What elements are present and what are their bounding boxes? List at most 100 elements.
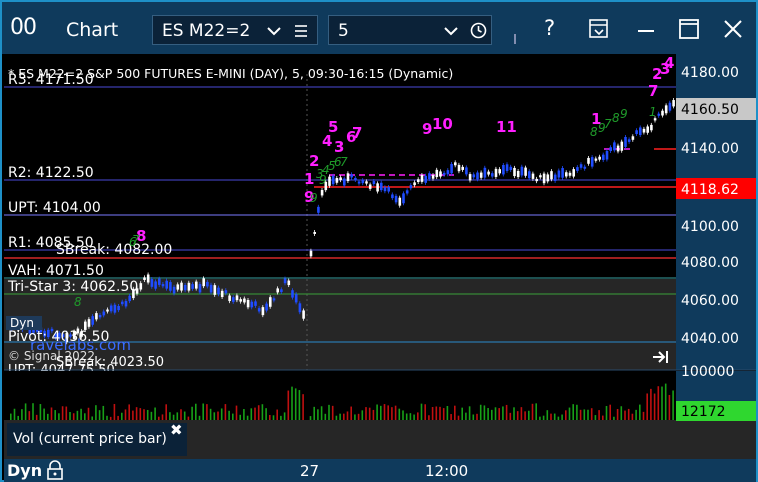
volume-bar: [161, 414, 164, 420]
price-chart[interactable]: * ES M22=2 S&P 500 FUTURES E-MINI (DAY),…: [4, 54, 756, 459]
candle: [239, 299, 242, 302]
candle: [579, 164, 583, 168]
pin-icon[interactable]: [511, 34, 519, 44]
volume-bar: [220, 408, 223, 420]
candle: [280, 289, 283, 293]
volume-bar: [476, 413, 478, 420]
candle: [572, 169, 575, 177]
candle: [531, 173, 535, 179]
candle: [257, 308, 261, 312]
volume-bar: [139, 408, 142, 420]
volume-bar: [365, 407, 367, 420]
candle: [657, 113, 661, 116]
level-label-tristar: Tri-Star 3: 4062.50: [7, 279, 138, 295]
candle: [561, 168, 564, 178]
time-axis[interactable]: Dyn 27 12:00: [4, 459, 756, 482]
volume-bar: [206, 404, 208, 420]
candle: [394, 195, 398, 203]
candle: [642, 128, 646, 133]
volume-bar: [465, 412, 467, 420]
volume-bar: [109, 416, 112, 420]
minimize-icon[interactable]: [636, 19, 656, 39]
close-icon[interactable]: [722, 18, 744, 40]
candle: [169, 282, 172, 291]
candle: [376, 183, 379, 192]
interval-value: 5: [338, 21, 349, 41]
candle: [98, 314, 102, 318]
count-label: 10: [432, 115, 453, 133]
volume-bar: [106, 415, 108, 420]
volume-bar: [413, 414, 415, 420]
candle: [454, 162, 457, 166]
candle: [420, 175, 424, 182]
volume-bar: [624, 410, 626, 420]
candle: [568, 172, 572, 176]
volume-bar: [169, 412, 171, 420]
layout-icon[interactable]: [588, 18, 610, 40]
volume-bar: [417, 412, 419, 420]
list-icon[interactable]: [294, 24, 308, 38]
volume-bar: [664, 383, 667, 420]
interval-combo[interactable]: 5: [328, 15, 492, 45]
candle: [383, 187, 387, 192]
close-icon[interactable]: ✖: [170, 421, 183, 439]
candle: [409, 185, 413, 189]
volume-bar: [420, 403, 423, 420]
volume-bar: [609, 404, 611, 420]
candle: [117, 305, 120, 311]
volume-bar: [576, 404, 578, 420]
candle: [461, 166, 464, 170]
volume-bar: [254, 407, 256, 420]
volume-bar: [98, 410, 101, 420]
candle: [472, 174, 476, 178]
volume-bar: [531, 403, 534, 420]
volume-bar: [661, 386, 663, 420]
candle: [187, 282, 191, 291]
setup-digit: 9: [310, 191, 318, 205]
volume-bar: [257, 405, 260, 420]
candle: [124, 300, 128, 307]
volume-bar: [568, 407, 571, 420]
volume-bar: [380, 405, 382, 420]
help-icon[interactable]: ?: [544, 16, 555, 40]
candle: [313, 231, 316, 234]
volume-bar: [646, 393, 648, 420]
candle: [298, 303, 302, 313]
volume-bar: [294, 388, 297, 420]
volume-bar: [431, 407, 434, 420]
candle: [505, 164, 509, 171]
volume-bar: [287, 390, 290, 420]
candle: [202, 278, 205, 287]
maximize-icon[interactable]: [678, 18, 700, 40]
candle: [109, 305, 113, 312]
candle: [121, 301, 124, 305]
volume-bar: [69, 411, 71, 420]
volume-bar: [228, 410, 230, 420]
candle: [161, 284, 165, 287]
volume-bar: [213, 412, 216, 420]
lock-icon[interactable]: [45, 460, 65, 481]
candle: [309, 250, 313, 257]
candle: [476, 172, 479, 180]
clock-icon[interactable]: [470, 22, 487, 39]
candle: [357, 181, 361, 184]
candle: [605, 150, 609, 160]
chevron-down-icon[interactable]: [266, 25, 282, 37]
candle: [261, 307, 265, 316]
volume-bar: [539, 416, 541, 420]
volume-bar: [87, 407, 90, 420]
volume-bar: [195, 403, 197, 420]
candle: [391, 194, 394, 199]
chevron-down-icon[interactable]: [443, 25, 459, 37]
volume-bar: [283, 412, 286, 420]
candle: [624, 136, 627, 147]
volume-bar: [202, 403, 204, 420]
volume-bar: [183, 411, 186, 420]
volume-bar: [84, 413, 86, 420]
symbol-combo[interactable]: ES M22=2: [152, 15, 318, 45]
price-tick: 4060.00: [681, 293, 739, 309]
indicator-label[interactable]: Vol (current price bar): [7, 423, 187, 456]
dyn-mode[interactable]: Dyn: [7, 461, 42, 480]
setup-digit: 1: [649, 105, 657, 119]
candle: [439, 171, 442, 177]
